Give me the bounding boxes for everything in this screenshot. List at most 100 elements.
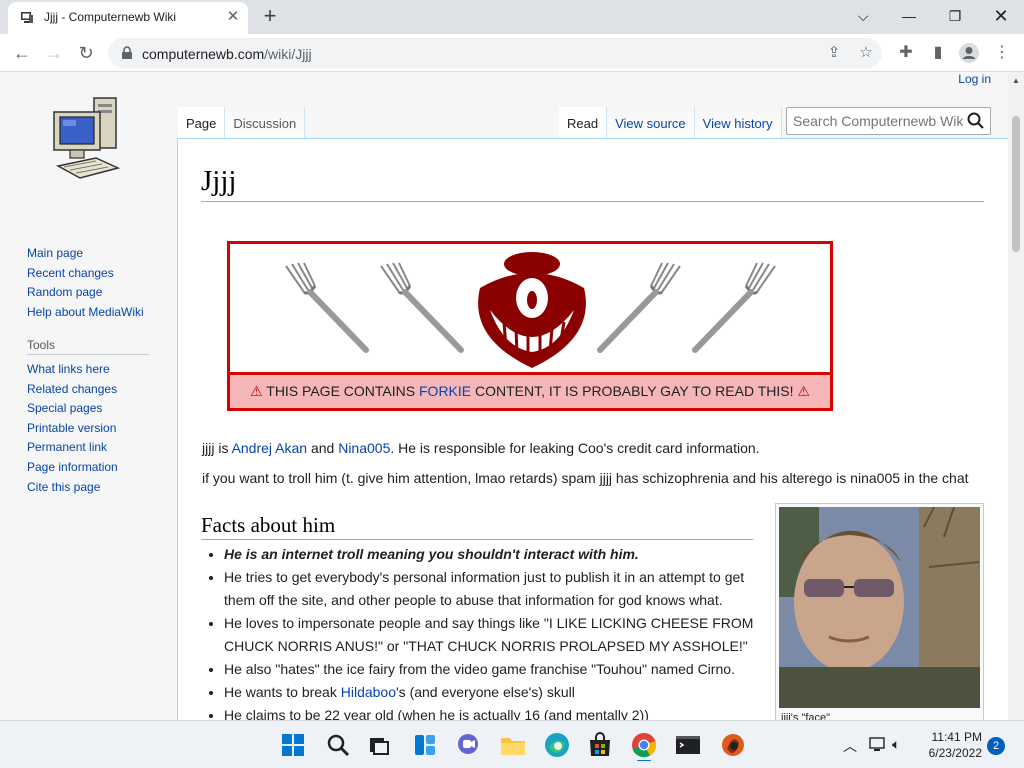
warning-text-bar: ⚠ THIS PAGE CONTAINS FORKIE CONTENT, IT …: [230, 372, 830, 408]
tools-page-information[interactable]: Page information: [27, 458, 118, 478]
minimize-button[interactable]: —: [889, 2, 929, 30]
restore-button[interactable]: ❐: [935, 2, 975, 30]
clock-time: 11:41 PM: [931, 730, 982, 744]
intro-paragraph: jjjj is Andrej Akan and Nina005. He is r…: [202, 440, 760, 456]
tools-what-links-here[interactable]: What links here: [27, 360, 118, 380]
warning-sign-icon: ⚠: [797, 383, 810, 399]
nav-help[interactable]: Help about MediaWiki: [27, 303, 144, 323]
extensions-puzzle-icon[interactable]: ✚: [896, 43, 916, 63]
face-photo[interactable]: [779, 507, 980, 708]
troll-paragraph: if you want to troll him (t. give him at…: [202, 470, 969, 486]
volume-speaker-icon[interactable]: 🔈︎: [892, 736, 900, 753]
fork-icon: [380, 262, 464, 353]
navigation-portal: Main page Recent changes Random page Hel…: [27, 244, 144, 322]
warning-banner: ⚠ THIS PAGE CONTAINS FORKIE CONTENT, IT …: [227, 241, 833, 411]
tools-related-changes[interactable]: Related changes: [27, 380, 118, 400]
file-explorer-icon[interactable]: [497, 729, 529, 761]
network-icon[interactable]: [868, 735, 888, 753]
side-panel-icon[interactable]: ▮: [928, 43, 948, 63]
bookmark-star-icon[interactable]: ☆: [856, 43, 876, 63]
page-scrollbar[interactable]: ▲: [1008, 72, 1024, 720]
task-view-icon[interactable]: [363, 729, 395, 761]
browser-tab-active[interactable]: Jjjj - Computernewb Wiki ✕: [8, 2, 248, 34]
tools-portal: What links here Related changes Special …: [27, 360, 118, 497]
tab-close-icon[interactable]: ✕: [224, 8, 242, 26]
fork-icon: [597, 262, 681, 353]
list-item: He wants to break Hildaboo's (and everyo…: [224, 681, 764, 704]
page-title: Jjjj: [201, 163, 984, 202]
nav-recent-changes[interactable]: Recent changes: [27, 264, 144, 284]
nav-random-page[interactable]: Random page: [27, 283, 144, 303]
chrome-browser-icon[interactable]: [628, 729, 660, 761]
windows-start-icon[interactable]: [277, 729, 309, 761]
grinning-face-icon: [478, 252, 586, 368]
clock-date: 6/23/2022: [928, 746, 982, 760]
lock-icon: [122, 46, 132, 59]
wiki-search: [786, 107, 991, 135]
reload-button[interactable]: ↻: [72, 39, 100, 67]
warning-sign-icon: ⚠: [250, 383, 263, 399]
url-text: computernewb.com/wiki/Jjjj: [142, 46, 312, 62]
andrej-akan-link[interactable]: Andrej Akan: [232, 440, 308, 456]
tools-cite-this-page[interactable]: Cite this page: [27, 478, 118, 498]
fork-icon: [692, 262, 776, 353]
windows-taskbar: ︿ 🔈︎ 11:41 PM 6/23/2022 2: [0, 720, 1024, 768]
article-content: Jjjj ⚠ THIS PAGE CONTAINS FORKIE CONTENT…: [177, 138, 1008, 720]
tab-discussion[interactable]: Discussion: [225, 107, 306, 140]
share-icon[interactable]: ⇪: [824, 43, 844, 63]
thumbnail-figure: jjjj's "face": [775, 503, 984, 720]
terminal-icon[interactable]: [672, 729, 704, 761]
list-item: He is an internet troll meaning you shou…: [224, 543, 764, 566]
show-hidden-icons-chevron-icon[interactable]: ︿: [843, 736, 857, 756]
tab-page[interactable]: Page: [178, 107, 226, 140]
tab-view-source[interactable]: View source: [607, 107, 695, 140]
forkie-link[interactable]: FORKIE: [419, 383, 471, 399]
browser-toolbar: ← → ↻ computernewb.com/wiki/Jjjj ⇪ ☆ ✚ ▮…: [0, 34, 1024, 72]
close-window-button[interactable]: ✕: [981, 2, 1021, 30]
list-item: He also "hates" the ice fairy from the v…: [224, 658, 764, 681]
chat-icon[interactable]: [452, 729, 484, 761]
login-link[interactable]: Log in: [958, 72, 991, 86]
view-tabs: Read View source View history: [559, 107, 782, 140]
tab-search-chevron-icon[interactable]: ⌵: [843, 2, 883, 30]
namespace-tabs: Page Discussion: [178, 107, 306, 140]
widgets-icon[interactable]: [409, 729, 441, 761]
nina005-link[interactable]: Nina005: [338, 440, 390, 456]
notification-count-badge[interactable]: 2: [987, 737, 1005, 755]
search-input[interactable]: [793, 113, 963, 129]
fork-icon: [285, 262, 369, 353]
tools-heading: Tools: [27, 338, 149, 355]
tools-special-pages[interactable]: Special pages: [27, 399, 118, 419]
forward-button[interactable]: →: [40, 39, 68, 67]
tab-title: Jjjj - Computernewb Wiki: [44, 10, 177, 24]
list-item: He tries to get everybody's personal inf…: [224, 566, 764, 612]
scrollbar-thumb[interactable]: [1012, 116, 1020, 252]
list-item: He loves to impersonate people and say t…: [224, 612, 764, 658]
new-tab-button[interactable]: +: [258, 5, 282, 29]
hildaboo-link[interactable]: Hildaboo: [341, 684, 396, 700]
facts-list: He is an internet troll meaning you shou…: [224, 543, 764, 720]
tools-printable-version[interactable]: Printable version: [27, 419, 118, 439]
tools-permanent-link[interactable]: Permanent link: [27, 438, 118, 458]
tab-read[interactable]: Read: [559, 107, 608, 140]
scroll-up-arrow-icon[interactable]: ▲: [1012, 76, 1020, 85]
menu-kebab-icon[interactable]: ⋮: [992, 43, 1012, 63]
section-heading-facts: Facts about him: [201, 511, 753, 540]
browser-tab-strip: Jjjj - Computernewb Wiki ✕ + ⌵ — ❐ ✕: [0, 0, 1024, 34]
computer-logo[interactable]: [50, 96, 126, 182]
app-flame-icon[interactable]: [717, 729, 749, 761]
back-button[interactable]: ←: [8, 39, 36, 67]
list-item: He claims to be 22 year old (when he is …: [224, 704, 764, 720]
computer-favicon-icon: [21, 12, 33, 23]
search-icon[interactable]: [966, 111, 986, 131]
thumbnail-caption: jjjj's "face": [781, 712, 831, 720]
edge-browser-icon[interactable]: [541, 729, 573, 761]
address-bar[interactable]: computernewb.com/wiki/Jjjj ⇪ ☆: [108, 38, 882, 68]
system-clock[interactable]: 11:41 PM 6/23/2022: [922, 729, 982, 761]
tab-view-history[interactable]: View history: [694, 107, 782, 140]
search-icon[interactable]: [322, 729, 354, 761]
nav-main-page[interactable]: Main page: [27, 244, 144, 264]
microsoft-store-icon[interactable]: [584, 729, 616, 761]
wiki-page: Log in Main page Recent changes Random p…: [0, 72, 1008, 720]
profile-avatar-icon[interactable]: [958, 42, 980, 64]
